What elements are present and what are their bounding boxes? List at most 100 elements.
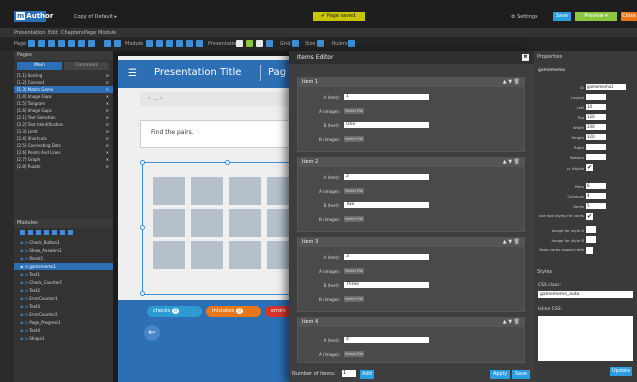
close-icon[interactable]: ✕ [106, 135, 109, 142]
image-style-b-picker[interactable] [586, 236, 596, 243]
grid-toggle-icon[interactable] [292, 40, 299, 47]
menu-module[interactable]: Module [98, 30, 116, 36]
delete-page-icon[interactable] [68, 40, 75, 47]
paste-module-icon[interactable] [166, 40, 173, 47]
left-input[interactable]: 10 [586, 104, 606, 110]
eye-icon[interactable]: ◉ ⊟ [20, 240, 29, 245]
eye-icon[interactable]: ◉ ⊟ [20, 296, 29, 301]
menu-edit[interactable]: Edit [48, 30, 58, 36]
undo-icon[interactable] [104, 40, 111, 47]
select-file-button[interactable]: Select File [344, 216, 364, 222]
memory-card[interactable] [267, 177, 291, 205]
select-file-button[interactable]: Select File [344, 268, 364, 274]
page-item[interactable]: [2.8] Puzzle ✕ [14, 163, 113, 170]
a-text-input[interactable]: 2 [344, 174, 429, 180]
presentation-export-icon[interactable] [256, 40, 263, 47]
b-text-input[interactable]: Three [344, 282, 429, 288]
eye-icon[interactable]: ◉ ⊟ [20, 272, 29, 277]
add-button[interactable]: Add [360, 370, 374, 379]
select-file-button[interactable]: Select File [344, 351, 364, 357]
module-ungroup-icon[interactable] [60, 230, 65, 235]
memory-card[interactable] [229, 177, 261, 205]
memory-card[interactable] [191, 177, 223, 205]
eye-icon[interactable]: ◉ ⊟ [20, 280, 29, 285]
item-actions-icon[interactable]: ▲ ▼ 🗑 [503, 158, 520, 167]
bottom-input[interactable] [586, 154, 606, 160]
items-input[interactable]: 5 [586, 203, 606, 209]
back-arrow-icon[interactable]: ← [144, 325, 160, 341]
is-visible-checkbox[interactable]: ✔ [586, 164, 593, 171]
add-page-icon[interactable] [28, 40, 35, 47]
a-text-input[interactable]: 4 [344, 337, 429, 343]
memory-card[interactable] [229, 209, 261, 237]
layout-select[interactable] [586, 94, 606, 100]
memory-card[interactable] [229, 241, 261, 269]
tab-main[interactable]: Main [17, 62, 62, 70]
eye-icon[interactable]: ◉ ⊟ [20, 320, 29, 325]
page-layout-icon[interactable] [88, 40, 95, 47]
module-item[interactable]: ◉ ⊟ ErrorCounter2 [14, 311, 113, 318]
select-file-button[interactable]: Select File [344, 108, 364, 114]
use-two-styles-checkbox[interactable]: ✔ [586, 213, 593, 220]
number-of-items-input[interactable]: 1 [342, 370, 356, 377]
close-icon[interactable]: ✕ [106, 128, 109, 135]
paste-page-icon[interactable] [48, 40, 55, 47]
group-module-icon[interactable] [196, 40, 203, 47]
image-style-a-picker[interactable] [586, 226, 596, 233]
eye-icon[interactable]: ◉ ⊟ [20, 256, 29, 261]
module-item[interactable]: ◉ ⊟ Reset1 [14, 255, 113, 262]
page-item[interactable]: [2.5] Connecting Dots ✕ [14, 142, 113, 149]
eye-icon[interactable]: ◉ ⊟ [20, 312, 29, 317]
pairs-input[interactable]: 6 [586, 183, 606, 189]
page-item[interactable]: [2.7] Graph ✕ [14, 156, 113, 163]
eye-icon[interactable]: ◉ ⊟ [20, 304, 29, 309]
save-button[interactable]: Save [553, 12, 571, 21]
eye-icon[interactable]: ◉ ⊟ [20, 336, 29, 341]
page-item[interactable]: [1.5] Tangram ✕ [14, 100, 113, 107]
resize-handle[interactable] [225, 160, 230, 165]
menu-page[interactable]: Page [84, 30, 96, 36]
presentation-gear-icon[interactable] [266, 40, 273, 47]
module-item[interactable]: ◉ ⊟ Text2 [14, 287, 113, 294]
close-icon[interactable]: ✖ [522, 54, 529, 61]
close-icon[interactable]: ✕ [106, 86, 109, 93]
page-item[interactable]: [2.4] Shortcuts ✕ [14, 135, 113, 142]
module-group-icon[interactable] [52, 230, 57, 235]
menu-chapters[interactable]: Chapters [61, 30, 84, 36]
select-file-button[interactable]: Select File [344, 296, 364, 302]
page-item-selected[interactable]: [1.3] Match Game ✕ [14, 86, 113, 93]
eye-icon[interactable]: ◉ ⊟ [20, 288, 29, 293]
eye-icon[interactable]: ◉ ⊟ [20, 248, 29, 253]
resize-handle[interactable] [140, 225, 145, 230]
page-item[interactable]: [1.1] Sorting ✕ [14, 72, 113, 79]
module-item[interactable]: ◉ ⊟ Show_Answers1 [14, 247, 113, 254]
module-item[interactable]: ◉ ⊟ Check_Button1 [14, 239, 113, 246]
copy-module-icon[interactable] [156, 40, 163, 47]
size-toggle-icon[interactable] [317, 40, 324, 47]
module-item[interactable]: ◉ ⊟ Check_Counter1 [14, 279, 113, 286]
module-item[interactable]: ◉ ⊟ Text1 [14, 271, 113, 278]
eye-icon[interactable]: ◉ ⊟ [20, 264, 29, 269]
close-icon[interactable]: ✕ [106, 163, 109, 170]
close-icon[interactable]: ✕ [106, 114, 109, 121]
memory-card[interactable] [191, 241, 223, 269]
page-item[interactable]: [2.3] Limit ✕ [14, 128, 113, 135]
b-text-input[interactable]: One [344, 122, 429, 128]
memory-card[interactable] [153, 209, 185, 237]
close-icon[interactable]: ✕ [106, 156, 109, 163]
page-item[interactable]: [1.2] Connect ✕ [14, 79, 113, 86]
save-button[interactable]: Save [512, 370, 530, 379]
module-visibility-icon[interactable] [20, 230, 25, 235]
close-button[interactable]: Close [621, 12, 637, 21]
id-input[interactable]: gamememo1 [586, 84, 626, 90]
inline-css-textarea[interactable] [538, 316, 633, 361]
module-item[interactable]: ◉ ⊟ Text4 [14, 327, 113, 334]
select-file-button[interactable]: Select File [344, 136, 364, 142]
select-file-button[interactable]: Select File [344, 188, 364, 194]
columns-input[interactable]: 4 [586, 193, 606, 199]
page-item[interactable]: [1.4] Image Gaps ✕ [14, 93, 113, 100]
memory-card[interactable] [153, 177, 185, 205]
memory-card[interactable] [267, 241, 291, 269]
menu-presentation[interactable]: Presentation [14, 30, 45, 36]
close-icon[interactable]: ✕ [106, 142, 109, 149]
